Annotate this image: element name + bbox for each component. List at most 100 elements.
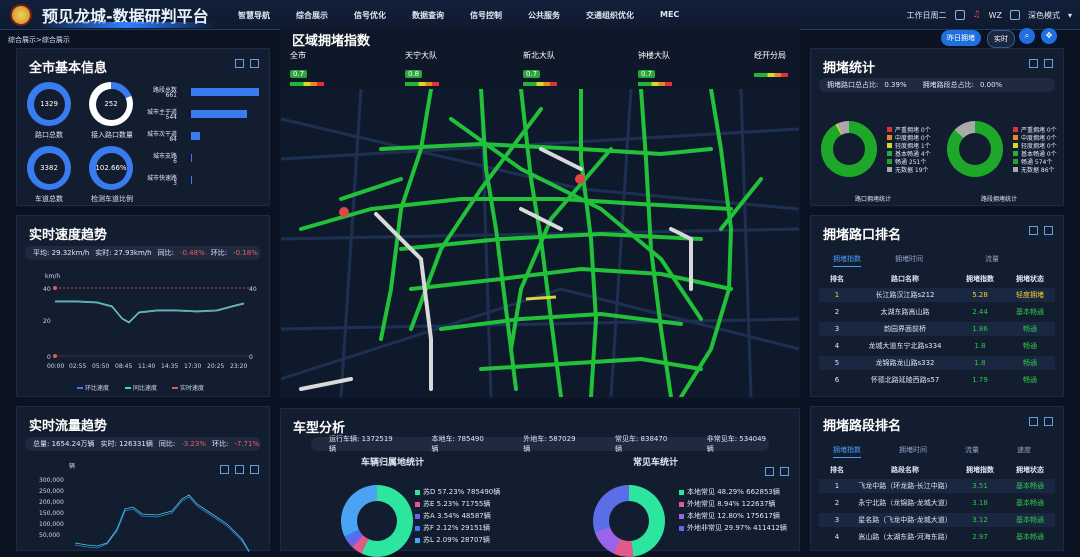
road-type-value: 544 xyxy=(165,114,177,121)
road-donut xyxy=(947,121,1003,177)
road-type-bar xyxy=(191,88,259,96)
vehicle-panel: 车型分析 运行车辆: 1372519辆 本地车: 785490辆 外地车: 58… xyxy=(280,408,800,557)
panel-title: 实时流量趋势 xyxy=(29,419,108,434)
svg-text:02:55: 02:55 xyxy=(69,363,86,370)
tab-index[interactable]: 拥堵指数 xyxy=(833,445,861,458)
image-icon[interactable] xyxy=(250,59,259,68)
op-count: 运行车辆: 1372519辆 xyxy=(329,435,393,453)
area-index-zhonglou[interactable]: 钟楼大队 0.7 xyxy=(638,50,672,86)
tab-time[interactable]: 拥堵时间 xyxy=(895,254,923,267)
table-row[interactable]: 1 飞龙中路（环龙路-长江中路） 3.51 基本畅通 xyxy=(819,479,1055,493)
svg-text:辆: 辆 xyxy=(69,462,75,470)
legend-item: 无数据 19个 xyxy=(887,165,929,174)
svg-text:00:00: 00:00 xyxy=(47,363,64,370)
yoy-label: 同比: xyxy=(157,249,174,257)
name-cell: 怀德北路延陵西路s57 xyxy=(870,376,940,384)
tab-flow[interactable]: 流量 xyxy=(965,445,979,458)
nav-item-signal-opt[interactable]: 信号优化 xyxy=(341,0,399,30)
road-type-bar xyxy=(191,154,192,162)
table-row[interactable]: 3 韵园界面前桥 1.86 畅通 xyxy=(819,322,1055,336)
table-row[interactable]: 2 永宁北路（龙锦路-龙城大道） 3.18 基本畅通 xyxy=(819,496,1055,510)
image-icon[interactable] xyxy=(780,467,789,476)
tab-flow[interactable]: 流量 xyxy=(985,254,999,267)
calendar-icon[interactable] xyxy=(954,10,965,20)
nav-item-smart-nav[interactable]: 智慧导航 xyxy=(225,0,283,30)
rank-cell: 6 xyxy=(834,376,840,384)
breadcrumb[interactable]: 综合展示>综合展示 xyxy=(8,35,70,45)
legend-swatch xyxy=(887,143,892,148)
user-name[interactable]: WZ xyxy=(989,11,1002,20)
mom-value: -7.71% xyxy=(234,440,260,448)
area-index-city[interactable]: 全市 0.7 xyxy=(290,50,324,86)
name-cell: 龙锦路龙山路s332 xyxy=(875,359,935,367)
vehicle-legend-item: 外地非常见 29.97% 411412辆 xyxy=(679,523,787,533)
cross-donut-caption: 路口拥堵统计 xyxy=(855,196,892,203)
theme-select[interactable]: 深色模式 xyxy=(1028,10,1060,21)
nav-item-mec[interactable]: MEC xyxy=(647,0,692,30)
bell-icon[interactable]: ♫ xyxy=(973,10,981,20)
yesterday-congestion-button[interactable]: 昨日拥堵 xyxy=(941,30,981,46)
expand-icon[interactable] xyxy=(235,59,244,68)
area-index-tianning[interactable]: 天宁大队 0.8 xyxy=(405,50,439,86)
expand-icon[interactable] xyxy=(1029,226,1038,235)
nav-item-overview[interactable]: 综合展示 xyxy=(283,0,341,30)
legend-swatch xyxy=(887,135,892,140)
svg-text:250,000: 250,000 xyxy=(39,488,64,495)
table-row[interactable]: 4 龙城大道东宁北路s334 1.8 畅通 xyxy=(819,339,1055,353)
expand-icon[interactable] xyxy=(1029,417,1038,426)
legend-swatch xyxy=(887,127,892,132)
nav-item-data-query[interactable]: 数据查询 xyxy=(399,0,457,30)
svg-text:环比速度: 环比速度 xyxy=(85,384,109,392)
nav-item-traffic-org[interactable]: 交通组织优化 xyxy=(573,0,647,30)
table-row[interactable]: 3 星名路（飞龙中路-龙城大道） 3.12 基本畅通 xyxy=(819,513,1055,527)
image-icon[interactable] xyxy=(1044,226,1053,235)
table-row[interactable]: 4 嵩山路（太湖东路-河海东路） 2.97 基本畅通 xyxy=(819,530,1055,544)
column-header: 拥堵状态 xyxy=(1016,275,1044,283)
road-type-bar xyxy=(191,132,200,140)
expand-icon[interactable] xyxy=(765,467,774,476)
table-row[interactable]: 1 长江路汉江路s212 5.28 轻度拥堵 xyxy=(819,288,1055,302)
city-info-panel: 全市基本信息 1329 路口总数 252 接入路口数量 3382 车道总数 10… xyxy=(16,48,270,206)
area-index-jingkai[interactable]: 经开分局 xyxy=(754,50,788,77)
tab-index[interactable]: 拥堵指数 xyxy=(833,254,861,267)
area-index-xinbei[interactable]: 新北大队 0.7 xyxy=(523,50,557,86)
legend-swatch xyxy=(1013,151,1018,156)
svg-text:14:35: 14:35 xyxy=(161,363,178,370)
table-row[interactable]: 6 怀德北路延陵西路s57 1.79 畅通 xyxy=(819,373,1055,387)
panel-title: 拥堵统计 xyxy=(823,61,876,76)
expand-icon[interactable] xyxy=(1029,59,1038,68)
rt-flow: 实时: 126331辆 xyxy=(100,440,153,448)
ring-lanes: 3382 xyxy=(27,146,71,190)
rank-cell: 5 xyxy=(834,359,840,367)
name-cell: 韵园界面前桥 xyxy=(884,325,926,333)
nav-item-public-service[interactable]: 公共服务 xyxy=(515,0,573,30)
table-row[interactable]: 2 太湖东路嵩山路 2.44 基本畅通 xyxy=(819,305,1055,319)
tab-speed[interactable]: 速度 xyxy=(1017,445,1031,458)
nav-item-signal-ctrl[interactable]: 信号控制 xyxy=(457,0,515,30)
name-cell: 龙城大道东宁北路s334 xyxy=(868,342,942,350)
legend-text: 苏A 3.54% 48587辆 xyxy=(423,512,491,520)
legend-swatch xyxy=(1013,167,1018,172)
road-type-value: 3 xyxy=(173,180,177,187)
ring-label: 检测车道比例 xyxy=(91,195,133,203)
congestion-map[interactable] xyxy=(281,89,799,397)
ring-value: 3382 xyxy=(33,152,65,184)
common-count: 常见车: 838470辆 xyxy=(614,435,668,453)
image-icon[interactable] xyxy=(1044,59,1053,68)
vehicle-stats: 运行车辆: 1372519辆 本地车: 785490辆 外地车: 587029辆… xyxy=(311,435,769,453)
legend-swatch xyxy=(1013,135,1018,140)
speed-stats: 平均: 29.32km/h 实时: 27.93km/h 同比: -0.48% 环比… xyxy=(25,246,261,260)
table-row[interactable]: 5 龙锦路龙山路s332 1.8 畅通 xyxy=(819,356,1055,370)
ring-label: 接入路口数量 xyxy=(91,131,133,139)
locate-icon[interactable]: ✥ xyxy=(1041,28,1057,44)
chevron-down-icon[interactable]: ▾ xyxy=(1068,11,1072,20)
search-icon[interactable]: ⌕ xyxy=(1019,28,1035,44)
legend-swatch xyxy=(415,489,420,495)
legend-swatch xyxy=(679,513,684,519)
local-count: 本地车: 785490辆 xyxy=(431,435,484,453)
tab-time[interactable]: 拥堵时间 xyxy=(899,445,927,458)
image-icon[interactable] xyxy=(1044,417,1053,426)
legend-swatch xyxy=(1013,127,1018,132)
user-icon[interactable] xyxy=(1009,10,1020,20)
realtime-button[interactable]: 实时 xyxy=(987,30,1015,48)
